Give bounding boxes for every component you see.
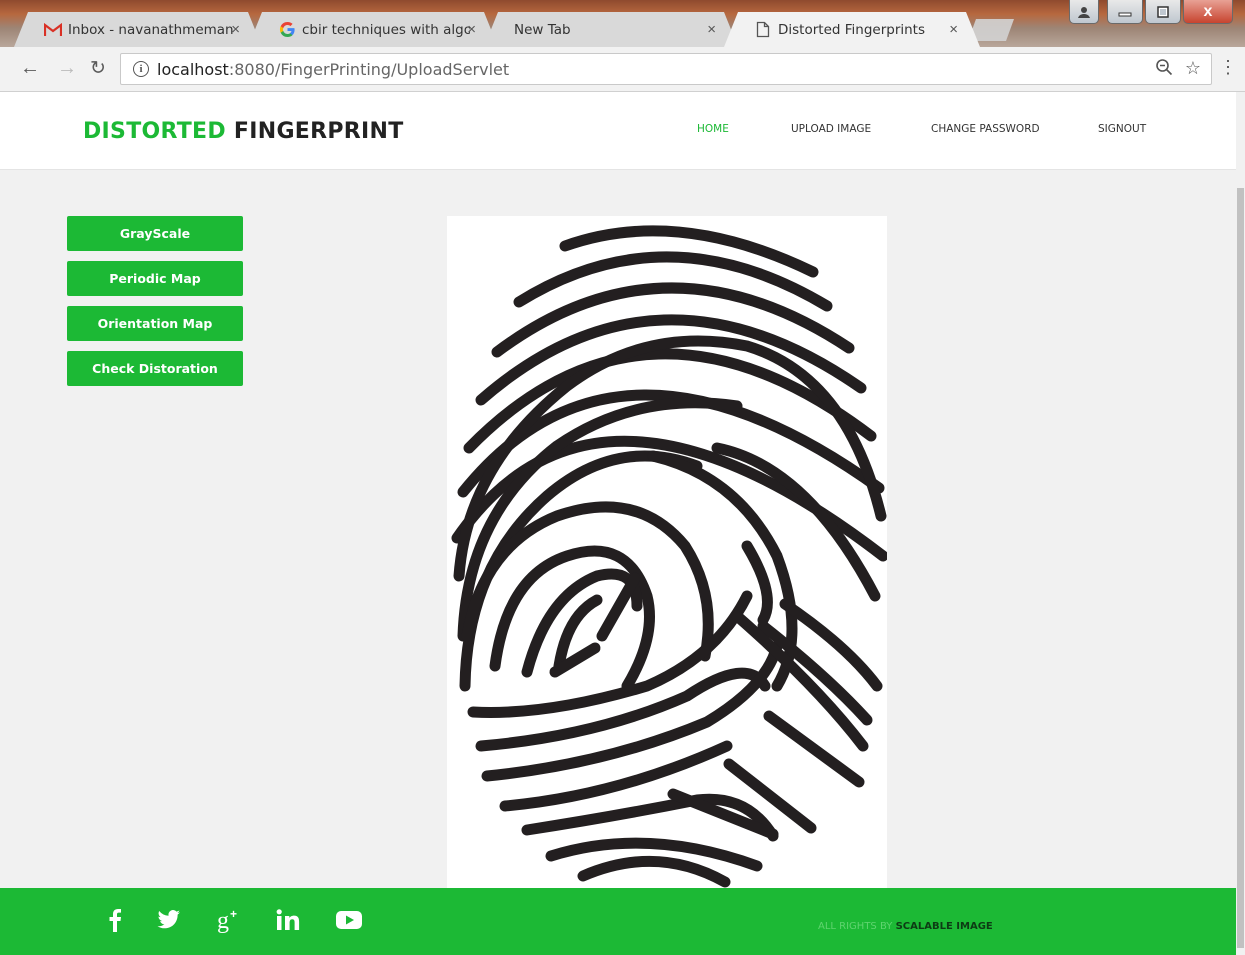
orientation-map-button[interactable]: Orientation Map bbox=[67, 306, 243, 341]
site-footer: g + ALL RIGHTS BY SCALABLE IMAGE bbox=[0, 888, 1236, 955]
user-profile-icon[interactable] bbox=[1069, 0, 1099, 24]
nav-home[interactable]: HOME bbox=[697, 123, 729, 135]
nav-upload-image[interactable]: UPLOAD IMAGE bbox=[791, 123, 871, 135]
copyright: ALL RIGHTS BY SCALABLE IMAGE bbox=[818, 921, 993, 932]
tab-title: Distorted Fingerprints bbox=[778, 21, 926, 38]
facebook-icon[interactable] bbox=[106, 904, 124, 936]
page-scrollbar[interactable] bbox=[1236, 92, 1245, 955]
reload-icon[interactable]: ↻ bbox=[90, 57, 106, 80]
tab-title: New Tab bbox=[514, 21, 571, 38]
tab-google-search[interactable]: cbir techniques with algo × bbox=[248, 12, 498, 47]
nav-signout[interactable]: SIGNOUT bbox=[1098, 123, 1146, 135]
restore-icon[interactable] bbox=[1145, 0, 1181, 24]
info-icon[interactable]: i bbox=[133, 61, 149, 77]
google-plus-icon[interactable]: g + bbox=[216, 904, 244, 936]
google-icon bbox=[278, 21, 296, 39]
close-icon[interactable]: × bbox=[949, 21, 958, 38]
copyright-brand: SCALABLE IMAGE bbox=[895, 921, 993, 932]
back-arrow-icon[interactable]: ← bbox=[20, 57, 40, 80]
tab-title: cbir techniques with algo bbox=[302, 21, 470, 38]
zoom-icon[interactable] bbox=[1155, 58, 1173, 81]
nav-change-password[interactable]: CHANGE PASSWORD bbox=[931, 123, 1040, 135]
fingerprint-image bbox=[447, 216, 889, 888]
brand-primary: DISTORTED bbox=[83, 119, 226, 144]
youtube-icon[interactable] bbox=[334, 904, 364, 936]
scrollbar-thumb[interactable] bbox=[1237, 188, 1244, 948]
tab-inbox[interactable]: Inbox - navanathmemane × bbox=[14, 12, 262, 47]
svg-text:+: + bbox=[230, 907, 237, 921]
url-host: localhost bbox=[157, 59, 229, 79]
window-controls: x bbox=[1069, 0, 1233, 24]
brand-secondary: FINGERPRINT bbox=[233, 119, 404, 144]
tab-title: Inbox - navanathmemane bbox=[68, 21, 234, 38]
copyright-prefix: ALL RIGHTS BY bbox=[818, 921, 893, 932]
tab-new-tab[interactable]: New Tab × bbox=[484, 12, 738, 47]
address-bar[interactable]: i localhost:8080/FingerPrinting/UploadSe… bbox=[120, 53, 1212, 85]
url-path: :8080/FingerPrinting/UploadServlet bbox=[228, 59, 510, 79]
periodic-map-button[interactable]: Periodic Map bbox=[67, 261, 243, 296]
check-distortion-button[interactable]: Check Distoration bbox=[67, 351, 243, 386]
forward-arrow-icon[interactable]: → bbox=[57, 57, 77, 80]
close-icon[interactable]: × bbox=[231, 21, 240, 38]
tab-distorted-fingerprints[interactable]: Distorted Fingerprints × bbox=[724, 12, 980, 47]
browser-tab-strip: Inbox - navanathmemane × cbir techniques… bbox=[0, 0, 1245, 47]
twitter-icon[interactable] bbox=[156, 904, 182, 936]
browser-toolbar: ← → ↻ i localhost:8080/FingerPrinting/Up… bbox=[0, 47, 1245, 92]
minimize-icon[interactable] bbox=[1107, 0, 1143, 24]
grayscale-button[interactable]: GrayScale bbox=[67, 216, 243, 251]
page-icon bbox=[754, 21, 772, 39]
gmail-icon bbox=[44, 21, 62, 39]
svg-text:g: g bbox=[217, 908, 229, 933]
close-icon[interactable]: × bbox=[467, 21, 476, 38]
close-icon[interactable]: × bbox=[707, 21, 716, 38]
linkedin-icon[interactable] bbox=[276, 904, 302, 936]
site-header: DISTORTED FINGERPRINT HOME UPLOAD IMAGE … bbox=[0, 92, 1236, 170]
window-close-button[interactable]: x bbox=[1183, 0, 1233, 24]
chrome-menu-icon[interactable]: ⋮ bbox=[1219, 57, 1237, 78]
site-logo[interactable]: DISTORTED FINGERPRINT bbox=[83, 119, 404, 144]
star-icon[interactable]: ☆ bbox=[1185, 58, 1201, 81]
